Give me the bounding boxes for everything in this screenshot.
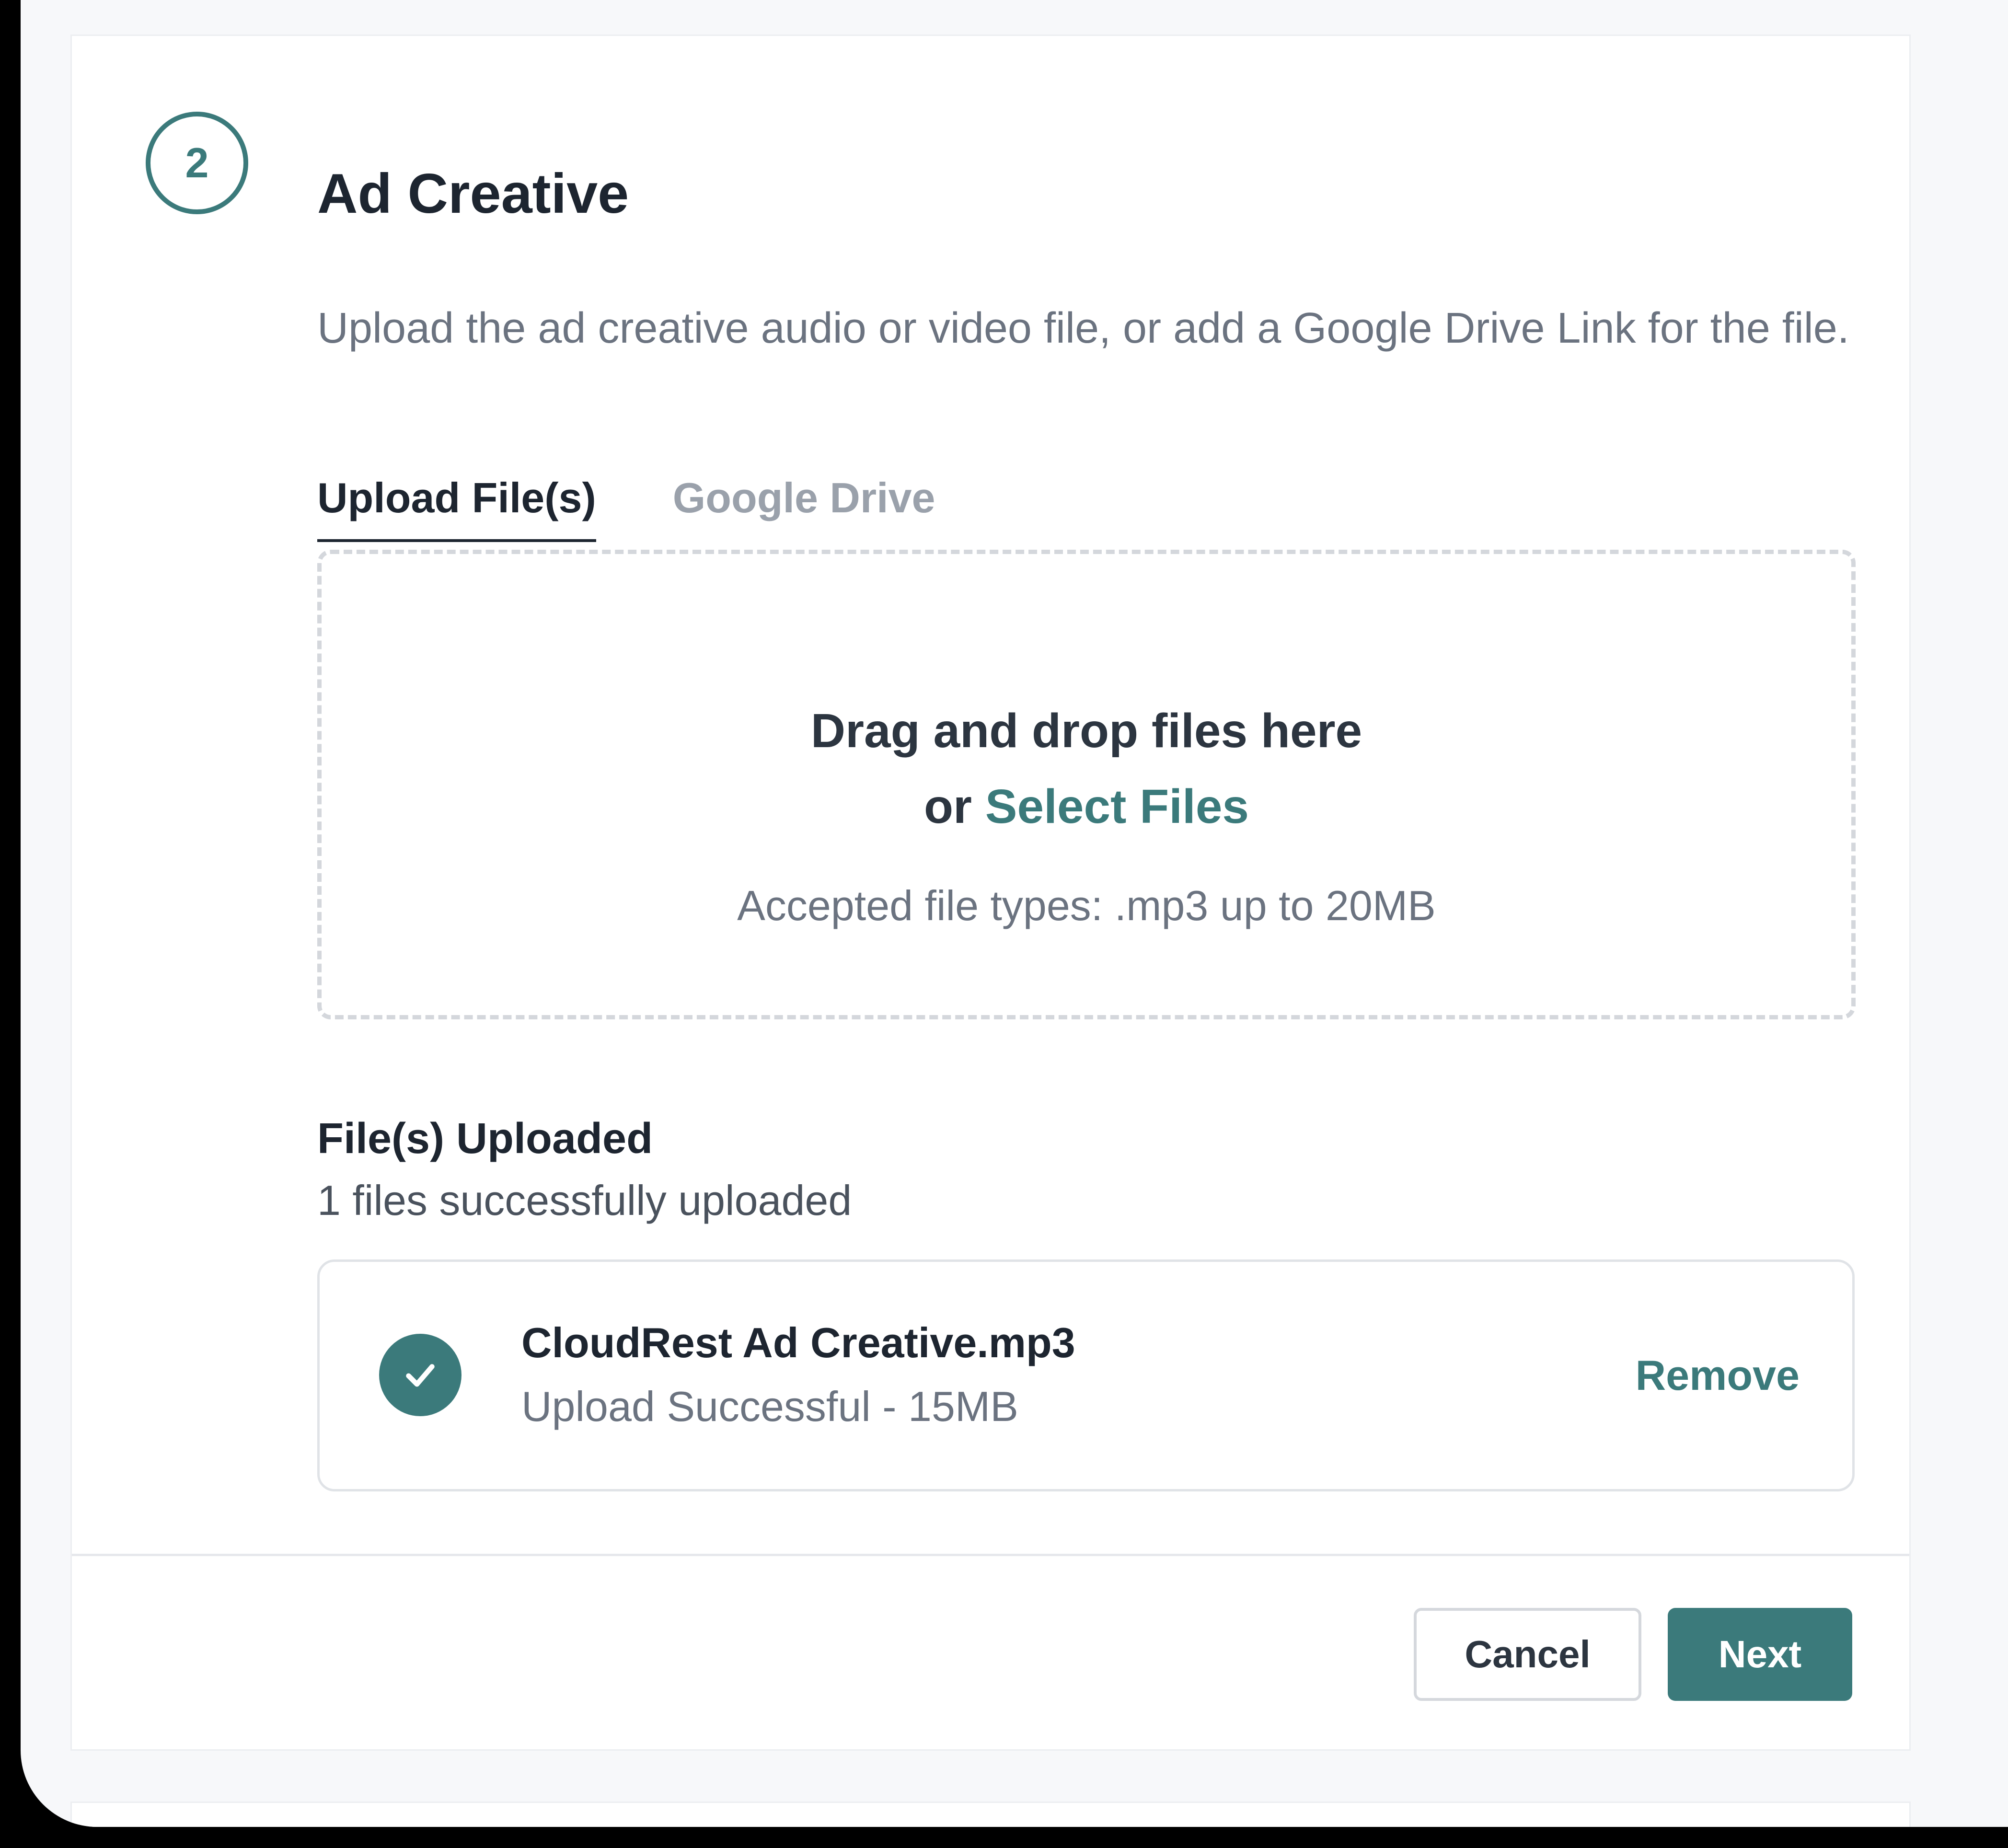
file-upload-status: Upload Successful - 15MB (521, 1383, 1018, 1430)
section-description: Upload the ad creative audio or video fi… (317, 304, 1849, 352)
dropzone-select-line: or Select Files (322, 769, 1851, 844)
footer-divider (72, 1554, 1909, 1556)
checkmark-icon (406, 1364, 435, 1387)
uploaded-files-count: 1 files successfully uploaded (317, 1177, 852, 1224)
next-button[interactable]: Next (1668, 1608, 1852, 1701)
next-section-card (72, 1803, 1909, 1827)
uploaded-files-title: File(s) Uploaded (317, 1115, 653, 1163)
dropzone-instruction: Drag and drop files here (810, 704, 1362, 758)
dropzone-or-text: or (923, 780, 972, 833)
check-circle-icon (379, 1334, 462, 1416)
tab-upload-files[interactable]: Upload File(s) (317, 477, 596, 542)
dropzone-prompt: Drag and drop files here or Select Files (322, 693, 1851, 844)
cancel-button[interactable]: Cancel (1414, 1608, 1641, 1701)
section-title: Ad Creative (317, 162, 629, 225)
uploaded-file-item: CloudRest Ad Creative.mp3 Upload Success… (317, 1259, 1855, 1491)
step-number-badge: 2 (146, 112, 248, 214)
app-frame: 2 Ad Creative Upload the ad creative aud… (21, 0, 2008, 1827)
select-files-link[interactable]: Select Files (985, 780, 1249, 833)
ad-creative-card: 2 Ad Creative Upload the ad creative aud… (72, 36, 1909, 1749)
upload-tabs: Upload File(s) Google Drive (317, 477, 935, 542)
remove-file-button[interactable]: Remove (1636, 1354, 1800, 1397)
file-name: CloudRest Ad Creative.mp3 (521, 1319, 1075, 1366)
tab-google-drive[interactable]: Google Drive (673, 477, 935, 542)
accepted-file-types: Accepted file types: .mp3 up to 20MB (737, 882, 1436, 929)
file-dropzone[interactable]: Drag and drop files here or Select Files… (317, 550, 1856, 1019)
